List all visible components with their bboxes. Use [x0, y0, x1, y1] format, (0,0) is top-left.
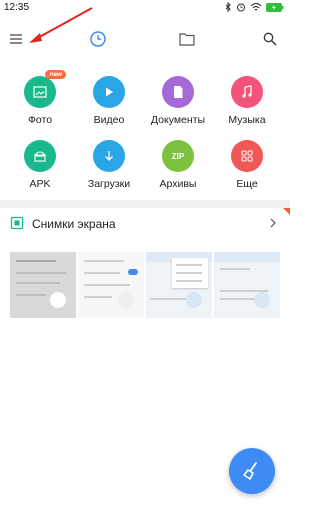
play-icon [93, 76, 125, 108]
screenshots-section: Снимки экрана [0, 208, 290, 318]
category-archives[interactable]: ZIP Архивы [143, 140, 213, 190]
music-note-icon [231, 76, 263, 108]
category-music[interactable]: Музыка [212, 76, 282, 126]
zip-icon: ZIP [162, 140, 194, 172]
category-downloads[interactable]: Загрузки [74, 140, 144, 190]
screenshot-thumbnail[interactable] [10, 252, 76, 318]
section-header[interactable]: Снимки экрана [0, 208, 290, 238]
status-icons [225, 2, 284, 12]
clean-fab-button[interactable] [229, 448, 275, 494]
corner-marker [283, 208, 290, 215]
chevron-right-icon[interactable] [268, 216, 278, 230]
new-badge: new [45, 70, 66, 79]
toolbar [0, 22, 290, 56]
folder-icon[interactable] [176, 28, 198, 50]
clock-icon[interactable] [87, 28, 109, 50]
bluetooth-icon [225, 2, 231, 12]
category-label: Еще [236, 178, 258, 190]
screenshot-thumbnail[interactable] [78, 252, 144, 318]
category-label: Архивы [159, 178, 197, 190]
category-photo[interactable]: new Фото [5, 70, 75, 126]
category-label: Музыка [228, 114, 266, 126]
search-icon[interactable] [259, 28, 281, 50]
download-icon [93, 140, 125, 172]
battery-icon [266, 2, 284, 12]
category-label: Видео [93, 114, 125, 126]
section-title: Снимки экрана [32, 217, 116, 231]
broom-clean-icon [243, 462, 257, 480]
category-video[interactable]: Видео [74, 76, 144, 126]
hamburger-menu-icon[interactable] [5, 28, 27, 50]
category-documents[interactable]: Документы [143, 76, 213, 126]
wifi-icon [250, 2, 262, 11]
screenshot-icon [10, 216, 24, 230]
category-label: Фото [27, 114, 53, 126]
grid-more-icon [231, 140, 263, 172]
category-label: Документы [150, 114, 206, 126]
zip-icon-text: ZIP [171, 151, 185, 161]
status-time: 12:35 [4, 2, 30, 13]
document-icon [162, 76, 194, 108]
screenshot-thumbnail[interactable] [146, 252, 212, 318]
category-label: APK [29, 178, 51, 190]
photo-icon: new [24, 70, 66, 108]
screenshot-thumbnails [10, 252, 280, 318]
status-bar: 12:35 [0, 0, 290, 16]
category-label: Загрузки [87, 178, 131, 190]
screenshot-thumbnail[interactable] [214, 252, 280, 318]
category-apk[interactable]: APK [5, 140, 75, 190]
android-icon [24, 140, 56, 172]
category-more[interactable]: Еще [212, 140, 282, 190]
alarm-icon [237, 3, 245, 12]
section-divider [0, 200, 290, 208]
